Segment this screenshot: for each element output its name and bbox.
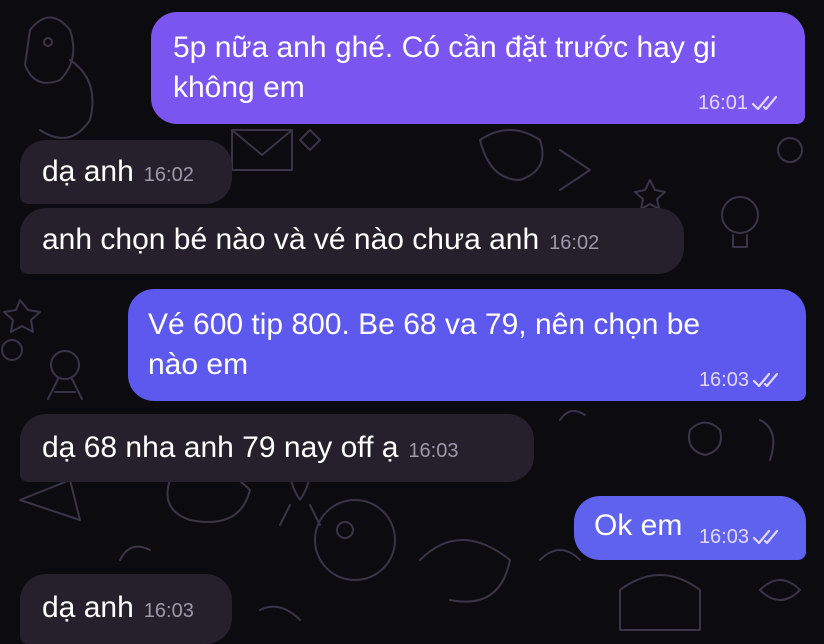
message-bubble-outgoing[interactable]: Vé 600 tip 800. Be 68 va 79, nên chọn be… <box>128 289 806 401</box>
message-meta: 16:01 <box>698 92 781 114</box>
message-bubble-incoming[interactable]: dạ anh 16:02 <box>20 140 232 204</box>
message-text: Vé 600 tip 800. Be 68 va 79, nên chọn be… <box>148 308 701 381</box>
message-time: 16:01 <box>697 92 748 114</box>
message-text: dạ anh <box>42 155 134 188</box>
message-time: 16:03 <box>408 440 459 462</box>
message-time: 16:02 <box>549 232 600 254</box>
message-bubble-incoming[interactable]: anh chọn bé nào và vé nào chưa anh 16:02 <box>20 208 684 274</box>
message-text: dạ anh <box>42 591 134 624</box>
message-text: anh chọn bé nào và vé nào chưa anh <box>42 223 540 256</box>
message-time: 16:02 <box>143 164 194 186</box>
double-check-icon <box>752 372 779 388</box>
message-text: dạ 68 nha anh 79 nay off ạ <box>42 431 399 464</box>
double-check-icon <box>752 529 779 545</box>
message-bubble-outgoing[interactable]: 5p nữa anh ghé. Có cần đặt trước hay gi … <box>151 12 805 124</box>
double-check-icon <box>751 95 778 111</box>
message-bubble-incoming[interactable]: dạ 68 nha anh 79 nay off ạ 16:03 <box>20 414 534 482</box>
message-bubble-incoming[interactable]: dạ anh 16:03 <box>20 574 232 644</box>
message-text: 5p nữa anh ghé. Có cần đặt trước hay gi … <box>173 31 717 104</box>
message-meta: 16:03 <box>699 369 782 391</box>
message-time: 16:03 <box>698 526 749 548</box>
message-bubble-outgoing[interactable]: Ok em 16:03 <box>574 496 806 560</box>
message-time: 16:03 <box>143 600 194 622</box>
message-time: 16:03 <box>698 369 749 391</box>
message-meta: 16:03 <box>699 526 782 548</box>
